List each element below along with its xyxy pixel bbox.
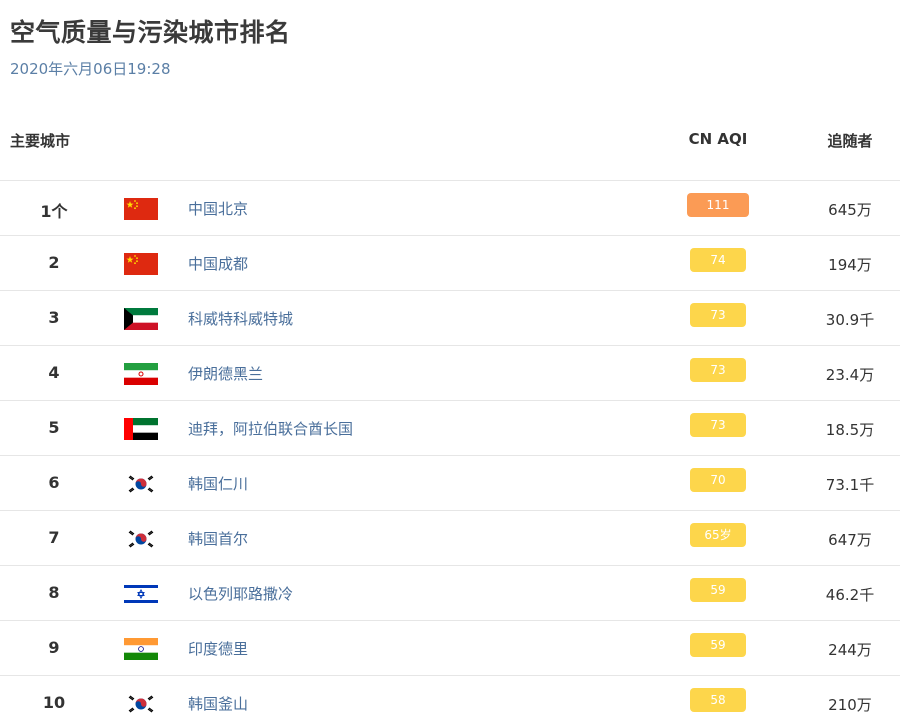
aqi-badge: 73 (690, 413, 746, 437)
kuwait-flag-icon (124, 308, 158, 330)
city-link[interactable]: 中国北京 (188, 198, 248, 219)
followers-count: 210万 (828, 696, 872, 714)
city-link[interactable]: 韩国首尔 (188, 528, 248, 549)
rank-number: 1个 (40, 202, 68, 221)
page-title: 空气质量与污染城市排名 (10, 18, 291, 47)
ranking-table: 1个 中国北京 111 645万 2 中国成都 74 194万 3 科威特科威特城 73 30.… (0, 180, 900, 716)
city-link[interactable]: 韩国釜山 (188, 693, 248, 714)
south-korea-flag-icon (124, 528, 158, 550)
india-flag-icon (124, 638, 158, 660)
aqi-badge: 70 (690, 468, 746, 492)
rank-number: 9 (48, 638, 60, 657)
column-header-city: 主要城市 (10, 132, 71, 150)
israel-flag-icon (124, 583, 158, 605)
aqi-badge: 73 (690, 358, 746, 382)
aqi-badge: 59 (690, 633, 746, 657)
table-row[interactable]: 9 印度德里 59 244万 (0, 621, 900, 676)
aqi-badge: 58 (690, 688, 746, 712)
city-link[interactable]: 伊朗德黑兰 (188, 363, 263, 384)
table-row[interactable]: 6 韩国仁川 70 73.1千 (0, 456, 900, 511)
aqi-badge: 59 (690, 578, 746, 602)
aqi-badge: 73 (690, 303, 746, 327)
rank-number: 6 (48, 473, 60, 492)
rank-number: 3 (48, 308, 60, 327)
table-row[interactable]: 2 中国成都 74 194万 (0, 236, 900, 291)
rank-number: 8 (48, 583, 60, 602)
city-link[interactable]: 科威特科威特城 (188, 308, 293, 329)
uae-flag-icon (124, 418, 158, 440)
table-row[interactable]: 5 迪拜，阿拉伯联合酋长国 73 18.5万 (0, 401, 900, 456)
iran-flag-icon (124, 363, 158, 385)
rank-number: 5 (48, 418, 60, 437)
followers-count: 645万 (828, 201, 872, 219)
page: 空气质量与污染城市排名 2020年六月06日19:28 主要城市 CN AQI … (0, 0, 900, 716)
rank-number: 4 (48, 363, 60, 382)
table-row[interactable]: 4 伊朗德黑兰 73 23.4万 (0, 346, 900, 401)
south-korea-flag-icon (124, 693, 158, 715)
china-flag-icon (124, 198, 158, 220)
rank-number: 10 (42, 693, 66, 712)
table-row[interactable]: 1个 中国北京 111 645万 (0, 181, 900, 236)
aqi-badge: 74 (690, 248, 746, 272)
followers-count: 30.9千 (825, 311, 875, 329)
aqi-badge: 65岁 (690, 523, 746, 547)
city-link[interactable]: 印度德里 (188, 638, 248, 659)
table-header: 主要城市 CN AQI 追随者 (0, 122, 900, 158)
aqi-badge: 111 (687, 193, 749, 217)
followers-count: 46.2千 (825, 586, 875, 604)
city-link[interactable]: 韩国仁川 (188, 473, 248, 494)
timestamp: 2020年六月06日19:28 (10, 60, 171, 78)
city-link[interactable]: 中国成都 (188, 253, 248, 274)
rank-number: 7 (48, 528, 60, 547)
table-row[interactable]: 10 韩国釜山 58 210万 (0, 676, 900, 716)
table-row[interactable]: 3 科威特科威特城 73 30.9千 (0, 291, 900, 346)
column-header-aqi: CN AQI (688, 130, 748, 148)
followers-count: 23.4万 (825, 366, 875, 384)
followers-count: 194万 (828, 256, 872, 274)
city-link[interactable]: 以色列耶路撒冷 (188, 583, 293, 604)
rank-number: 2 (48, 253, 60, 272)
followers-count: 18.5万 (825, 421, 875, 439)
city-link[interactable]: 迪拜，阿拉伯联合酋长国 (188, 418, 353, 439)
followers-count: 244万 (828, 641, 872, 659)
south-korea-flag-icon (124, 473, 158, 495)
table-row[interactable]: 8 以色列耶路撒冷 59 46.2千 (0, 566, 900, 621)
column-header-followers: 追随者 (827, 132, 873, 150)
table-row[interactable]: 7 韩国首尔 65岁 647万 (0, 511, 900, 566)
followers-count: 647万 (828, 531, 872, 549)
china-flag-icon (124, 253, 158, 275)
followers-count: 73.1千 (825, 476, 875, 494)
